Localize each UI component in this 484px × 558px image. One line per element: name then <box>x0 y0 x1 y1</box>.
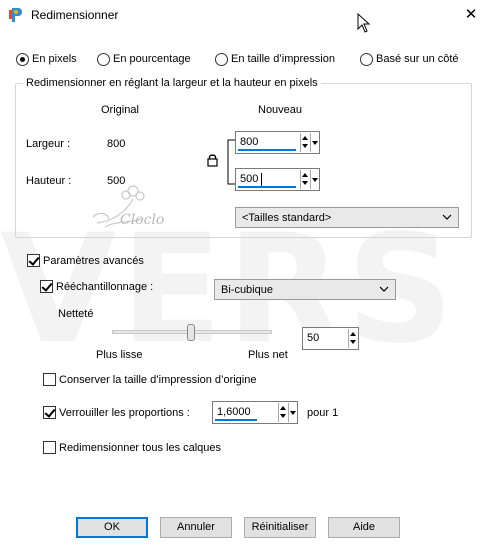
keep-print-size-label[interactable]: Conserver la taille d’impression d’origi… <box>59 374 256 386</box>
ok-button[interactable]: OK <box>76 517 148 538</box>
radio-print-size[interactable] <box>215 53 228 66</box>
lock-icon[interactable] <box>207 153 218 167</box>
close-button[interactable]: ✕ <box>461 4 481 24</box>
spin-down-icon[interactable] <box>350 340 356 344</box>
radio-one-side[interactable] <box>360 53 373 66</box>
width-new-underline <box>238 149 296 151</box>
sharpness-spinbox[interactable]: 50 <box>302 327 359 350</box>
sharpness-slider-thumb[interactable] <box>187 324 195 341</box>
resample-checkbox[interactable] <box>40 280 53 293</box>
smoother-label: Plus lisse <box>96 349 143 361</box>
radio-percent-label[interactable]: En pourcentage <box>113 53 191 65</box>
chevron-down-icon[interactable] <box>441 211 453 223</box>
window-title: Redimensionner <box>31 8 119 22</box>
width-original-value: 800 <box>107 138 126 150</box>
preset-size-value[interactable]: <Tailles standard> <box>242 212 331 224</box>
resample-method-value[interactable]: Bi-cubique <box>221 284 273 296</box>
advanced-settings-checkbox[interactable] <box>27 254 40 267</box>
chevron-down-icon[interactable] <box>378 283 390 295</box>
height-new-spinbox[interactable]: 500 <box>235 168 320 191</box>
width-spin-arrows[interactable] <box>300 133 309 152</box>
height-label: Hauteur : <box>26 175 72 187</box>
reset-button[interactable]: Réinitialiser <box>244 517 316 538</box>
width-new-value[interactable]: 800 <box>240 136 258 148</box>
width-new-spinbox[interactable]: 800 <box>235 131 320 154</box>
advanced-settings-label[interactable]: Paramètres avancés <box>43 255 144 267</box>
spin-up-icon[interactable] <box>350 332 356 336</box>
ratio-spin-arrows[interactable] <box>278 403 287 422</box>
height-new-underline <box>238 186 296 188</box>
original-column-header: Original <box>101 104 139 116</box>
height-original-value: 500 <box>107 175 126 187</box>
radio-pixels[interactable] <box>16 53 29 66</box>
radio-print-size-label[interactable]: En taille d’impression <box>231 53 335 65</box>
spin-up-icon[interactable] <box>302 136 308 140</box>
lock-ratio-label[interactable]: Verrouiller les proportions : <box>59 407 190 419</box>
spin-down-icon[interactable] <box>280 414 286 418</box>
sharper-label: Plus net <box>248 349 288 361</box>
pixel-size-group-title: Redimensionner en réglant la largeur et … <box>23 77 321 89</box>
preset-size-combo[interactable]: <Tailles standard> <box>235 207 459 228</box>
height-new-value[interactable]: 500 <box>240 173 258 185</box>
spin-down-icon[interactable] <box>302 181 308 185</box>
ratio-spinbox[interactable]: 1,6000 <box>212 401 298 424</box>
ratio-suffix: pour 1 <box>307 407 339 419</box>
all-layers-label[interactable]: Redimensionner tous les calques <box>59 442 221 454</box>
sharpness-label: Netteté <box>58 308 94 320</box>
sharpness-spin-arrows[interactable] <box>348 329 357 348</box>
width-label: Largeur : <box>26 138 71 150</box>
help-button[interactable]: Aide <box>328 517 400 538</box>
ratio-value[interactable]: 1,6000 <box>217 406 251 418</box>
app-icon <box>9 8 22 22</box>
width-dropdown-icon[interactable] <box>310 133 318 152</box>
lock-ratio-checkbox[interactable] <box>43 406 56 419</box>
resample-label[interactable]: Rééchantillonnage : <box>56 281 153 293</box>
new-column-header: Nouveau <box>258 104 303 116</box>
text-caret <box>261 173 262 186</box>
height-spin-arrows[interactable] <box>300 170 309 189</box>
all-layers-checkbox[interactable] <box>43 441 56 454</box>
keep-print-size-checkbox[interactable] <box>43 373 56 386</box>
spin-up-icon[interactable] <box>280 406 286 410</box>
mouse-cursor-icon <box>357 13 371 33</box>
height-dropdown-icon[interactable] <box>310 170 318 189</box>
ratio-dropdown-icon[interactable] <box>288 403 296 422</box>
spin-up-icon[interactable] <box>302 173 308 177</box>
resample-method-combo[interactable]: Bi-cubique <box>214 279 396 300</box>
spin-down-icon[interactable] <box>302 144 308 148</box>
radio-pixels-label[interactable]: En pixels <box>32 53 77 65</box>
ratio-underline <box>215 419 257 421</box>
cancel-button[interactable]: Annuler <box>160 517 232 538</box>
sharpness-value[interactable]: 50 <box>307 332 319 344</box>
radio-percent[interactable] <box>97 53 110 66</box>
radio-one-side-label[interactable]: Basé sur un côté <box>376 53 459 65</box>
